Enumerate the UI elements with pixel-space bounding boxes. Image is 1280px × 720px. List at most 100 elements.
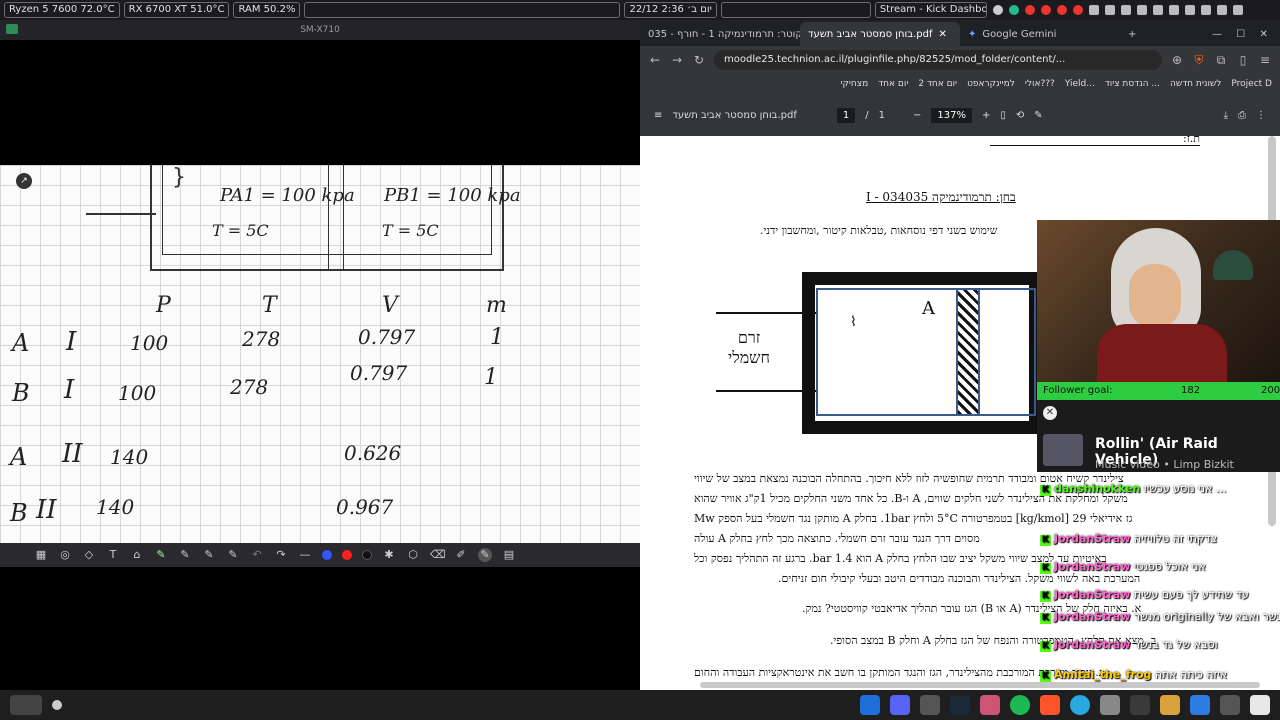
text-icon[interactable]: T [106, 548, 120, 562]
annotate-icon[interactable]: ✎ [1034, 110, 1042, 121]
zoom-in-icon[interactable]: + [982, 110, 990, 121]
zoom-icon[interactable]: ⊕ [1170, 53, 1184, 67]
extension-icon[interactable]: ⧉ [1214, 53, 1228, 68]
app-icon[interactable] [980, 695, 1000, 715]
url-input[interactable]: moodle25.technion.ac.il/pluginfile.php/8… [714, 50, 1162, 70]
grid-icon[interactable]: ▦ [34, 548, 48, 562]
download-icon[interactable]: ⤓ [1224, 110, 1228, 121]
color-blue-button[interactable] [322, 550, 332, 560]
lasso-icon[interactable]: ◎ [58, 548, 72, 562]
start-icon[interactable] [860, 695, 880, 715]
tray-app-icon[interactable] [1104, 5, 1115, 15]
print-icon[interactable]: ⎙ [1238, 110, 1246, 121]
problem-line: גז אידיאלי 29 [kg/kmol] בטמפרטורה 5°C ול… [694, 512, 1133, 525]
stream-window-button[interactable]: Stream - Kick Dashboa... [874, 2, 987, 18]
menu-icon[interactable]: ≡ [1258, 53, 1272, 67]
bookmark-item[interactable]: אולי??? [1025, 79, 1055, 89]
zoom-out-icon[interactable]: − [913, 110, 921, 121]
bookmark-item[interactable]: Project D [1231, 79, 1272, 89]
brush-icon[interactable]: ✎ [226, 548, 240, 562]
discord-icon[interactable] [890, 695, 910, 715]
close-icon[interactable]: ✕ [1043, 406, 1057, 420]
fit-page-icon[interactable]: ▯ [1000, 110, 1006, 121]
settings-icon[interactable]: ✱ [382, 548, 396, 562]
tray-app-icon[interactable] [992, 5, 1003, 15]
pdf-menu-icon[interactable]: ≡ [654, 110, 662, 121]
record-icon[interactable] [1040, 5, 1051, 15]
app-icon[interactable] [1250, 695, 1270, 715]
file-explorer-icon[interactable] [1160, 695, 1180, 715]
steam-tray-icon[interactable] [1088, 5, 1099, 15]
record-icon[interactable] [1056, 5, 1067, 15]
tablet-window-thumb[interactable] [10, 695, 42, 715]
app-icon[interactable] [920, 695, 940, 715]
color-black-button[interactable] [362, 550, 372, 560]
tray-app-icon[interactable] [1008, 5, 1019, 15]
taskbar-window-list[interactable] [304, 2, 621, 18]
reload-icon[interactable]: ↻ [692, 53, 706, 67]
active-pen-icon[interactable]: ✎ [478, 548, 492, 562]
bluetooth-icon[interactable] [1168, 5, 1179, 15]
resize-handle-icon[interactable]: ↗ [16, 173, 32, 189]
bookmark-item[interactable]: לשונית חדשה [1170, 79, 1221, 89]
highlighter-icon[interactable]: ✎ [154, 548, 168, 562]
horizontal-scrollbar[interactable] [700, 682, 1260, 688]
tray-app-icon[interactable] [1120, 5, 1131, 15]
bookmark-item[interactable]: הנדסת ציוד ... [1105, 79, 1160, 89]
app-icon[interactable] [1070, 695, 1090, 715]
clock[interactable]: 22/12 יום ב׳ 2:36 [624, 2, 717, 18]
volume-icon[interactable] [1184, 5, 1195, 15]
tab-gemini[interactable]: ✦ Google Gemini [960, 22, 1120, 46]
minimize-icon[interactable]: — [1212, 29, 1222, 40]
app-icon[interactable] [1100, 695, 1120, 715]
zoom-level-input[interactable]: 137% [931, 107, 972, 123]
shape-recognize-icon[interactable]: ⬡ [406, 548, 420, 562]
more-icon[interactable]: ⋮ [1256, 110, 1266, 121]
bookmark-item[interactable]: יום אחד [878, 79, 908, 89]
brave-shield-icon[interactable]: ⛨ [1192, 53, 1206, 68]
network-icon[interactable] [1200, 5, 1211, 15]
rotate-icon[interactable]: ⟲ [1016, 110, 1024, 121]
pen-icon[interactable]: ✎ [178, 548, 192, 562]
spotify-icon[interactable] [1010, 695, 1030, 715]
tray-app-icon[interactable] [1152, 5, 1163, 15]
note-canvas[interactable]: } PA1 = 100 kpa T = 5C PB1 = 100 kpa T =… [0, 165, 640, 543]
close-icon[interactable]: ✕ [938, 29, 946, 40]
tray-app-icon[interactable] [1136, 5, 1147, 15]
new-tab-button[interactable]: + [1120, 22, 1150, 46]
clipboard-icon[interactable] [1216, 5, 1227, 15]
shape-icon[interactable]: ◇ [82, 548, 96, 562]
window-button[interactable] [720, 2, 871, 18]
sidebar-icon[interactable]: ▯ [1236, 53, 1250, 67]
close-window-icon[interactable]: ✕ [1259, 29, 1267, 40]
page-number-input[interactable]: 1 [836, 107, 856, 123]
row-v: 0.967 [336, 495, 394, 519]
steam-icon[interactable] [950, 695, 970, 715]
line-icon[interactable]: — [298, 548, 312, 562]
stamp-icon[interactable]: ⌂ [130, 548, 144, 562]
pencil-icon[interactable]: ✎ [202, 548, 216, 562]
marker-icon[interactable]: ✐ [454, 548, 468, 562]
bookmark-item[interactable]: מצחיקי [841, 79, 869, 89]
eraser-icon[interactable]: ⌫ [430, 548, 446, 562]
app-icon[interactable] [1190, 695, 1210, 715]
maximize-icon[interactable]: ☐ [1236, 29, 1245, 40]
bookmark-item[interactable]: Yield... [1065, 79, 1095, 89]
app-icon[interactable] [1220, 695, 1240, 715]
record-icon[interactable] [1072, 5, 1083, 15]
color-red-button[interactable] [342, 550, 352, 560]
back-icon[interactable]: ← [648, 53, 662, 67]
app-icon[interactable] [1130, 695, 1150, 715]
bookmark-item[interactable]: למיינקראפט [967, 79, 1015, 89]
dot-icon[interactable] [52, 700, 62, 710]
bookmark-item[interactable]: יום אחד 2 [918, 79, 957, 89]
brave-icon[interactable] [1040, 695, 1060, 715]
forward-icon[interactable]: → [670, 53, 684, 67]
menu-icon[interactable]: ▤ [502, 548, 516, 562]
record-icon[interactable] [1024, 5, 1035, 15]
tab-thermo-course[interactable]: קוטר: תרמודינמיקה 1 - חורף - 035 [640, 22, 800, 46]
notification-icon[interactable] [1232, 5, 1243, 15]
undo-icon[interactable]: ↶ [250, 548, 264, 562]
tab-pdf[interactable]: בוחן סמסטר אביב תשעד.pdf ✕ [800, 22, 960, 46]
redo-icon[interactable]: ↷ [274, 548, 288, 562]
